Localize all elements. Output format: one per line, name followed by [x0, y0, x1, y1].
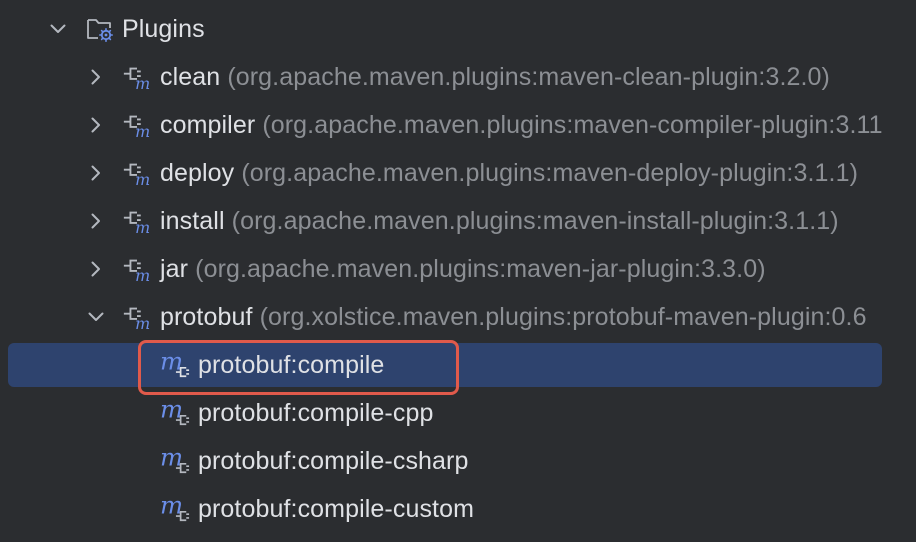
- plugin-label: jar (org.apache.maven.plugins:maven-jar-…: [160, 255, 766, 284]
- svg-text:m: m: [135, 122, 150, 140]
- tree-row-plugins[interactable]: Plugins: [0, 6, 916, 52]
- tree-row-goal-compile[interactable]: m protobuf:compile: [0, 342, 916, 388]
- maven-plugin-icon: m: [122, 110, 152, 140]
- chevron-right-icon[interactable]: [84, 161, 108, 185]
- plugin-name: install: [160, 206, 225, 235]
- goal-label: protobuf:compile: [198, 350, 385, 379]
- plugin-label: deploy (org.apache.maven.plugins:maven-d…: [160, 159, 858, 188]
- plugin-label: compiler (org.apache.maven.plugins:maven…: [160, 111, 883, 140]
- tree-row-goal-compile-cpp[interactable]: m protobuf:compile-cpp: [0, 390, 916, 436]
- svg-text:m: m: [135, 314, 150, 332]
- plugins-folder-label: Plugins: [122, 14, 205, 43]
- tree-row-plugin-compiler[interactable]: m compiler (org.apache.maven.plugins:mav…: [0, 102, 916, 148]
- maven-plugin-icon: m: [122, 254, 152, 284]
- maven-goal-icon: m: [160, 446, 190, 476]
- plugin-name: compiler: [160, 110, 256, 139]
- maven-plugin-icon: m: [122, 302, 152, 332]
- plugin-label: protobuf (org.xolstice.maven.plugins:pro…: [160, 303, 867, 332]
- plugin-label: clean (org.apache.maven.plugins:maven-cl…: [160, 63, 830, 92]
- tree-row-plugin-protobuf[interactable]: m protobuf (org.xolstice.maven.plugins:p…: [0, 294, 916, 340]
- plugin-name: jar: [160, 254, 189, 283]
- svg-text:m: m: [135, 170, 150, 188]
- tree-row-goal-compile-custom[interactable]: m protobuf:compile-custom: [0, 486, 916, 532]
- maven-goal-icon: m: [160, 494, 190, 524]
- chevron-right-icon[interactable]: [84, 209, 108, 233]
- tree-row-plugin-deploy[interactable]: m deploy (org.apache.maven.plugins:maven…: [0, 150, 916, 196]
- maven-plugin-icon: m: [122, 62, 152, 92]
- plugin-coordinates: (org.apache.maven.plugins:maven-install-…: [231, 206, 839, 235]
- maven-goal-icon: m: [160, 398, 190, 428]
- chevron-right-icon[interactable]: [84, 257, 108, 281]
- plugin-coordinates: (org.apache.maven.plugins:maven-compiler…: [262, 110, 883, 139]
- chevron-right-icon[interactable]: [84, 113, 108, 137]
- tree-row-goal-compile-csharp[interactable]: m protobuf:compile-csharp: [0, 438, 916, 484]
- chevron-down-icon[interactable]: [84, 305, 108, 329]
- goal-label: protobuf:compile-csharp: [198, 446, 469, 475]
- goal-label: protobuf:compile-cpp: [198, 398, 434, 427]
- plugin-name: protobuf: [160, 302, 253, 331]
- tree-row-plugin-jar[interactable]: m jar (org.apache.maven.plugins:maven-ja…: [0, 246, 916, 292]
- chevron-down-icon[interactable]: [46, 17, 70, 41]
- maven-plugin-icon: m: [122, 206, 152, 236]
- chevron-right-icon[interactable]: [84, 65, 108, 89]
- plugin-coordinates: (org.xolstice.maven.plugins:protobuf-mav…: [259, 302, 867, 331]
- plugin-coordinates: (org.apache.maven.plugins:maven-jar-plug…: [195, 254, 766, 283]
- maven-goal-icon: m: [160, 350, 190, 380]
- svg-text:m: m: [135, 266, 150, 284]
- maven-plugins-tree: Plugins m clean (org.apache.maven.plugin…: [0, 0, 916, 542]
- goal-label: protobuf:compile-custom: [198, 494, 475, 523]
- svg-text:m: m: [135, 74, 150, 92]
- tree-row-plugin-install[interactable]: m install (org.apache.maven.plugins:mave…: [0, 198, 916, 244]
- svg-text:m: m: [135, 218, 150, 236]
- plugin-label: install (org.apache.maven.plugins:maven-…: [160, 207, 839, 236]
- plugin-coordinates: (org.apache.maven.plugins:maven-clean-pl…: [227, 62, 830, 91]
- plugin-coordinates: (org.apache.maven.plugins:maven-deploy-p…: [241, 158, 859, 187]
- plugin-name: deploy: [160, 158, 235, 187]
- tree-row-plugin-clean[interactable]: m clean (org.apache.maven.plugins:maven-…: [0, 54, 916, 100]
- folder-gear-icon: [85, 14, 115, 44]
- maven-plugin-icon: m: [122, 158, 152, 188]
- plugin-name: clean: [160, 62, 221, 91]
